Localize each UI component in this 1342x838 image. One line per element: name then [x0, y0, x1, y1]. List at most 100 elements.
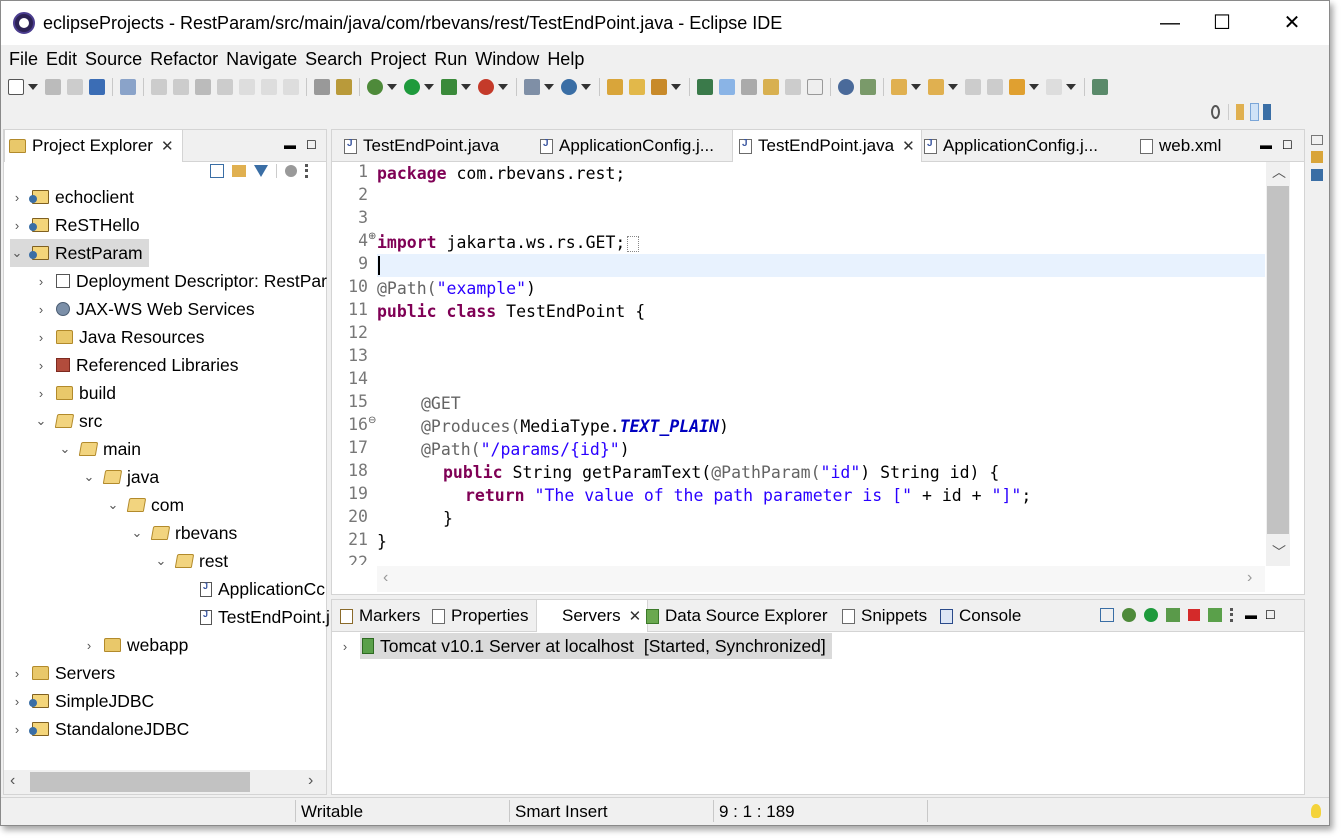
back-arrow-icon[interactable] — [1009, 79, 1025, 95]
terminate-icon[interactable] — [195, 79, 211, 95]
view-menu-icon[interactable] — [1230, 608, 1237, 622]
toggle-breadcrumb-icon[interactable] — [314, 79, 330, 95]
publish-icon[interactable] — [1208, 608, 1222, 622]
tree-item-echoclient[interactable]: › echoclient — [10, 183, 134, 211]
tree-item-java[interactable]: ⌄ java — [82, 463, 160, 491]
editor-hscrollbar[interactable]: ‹ › — [377, 566, 1265, 592]
tab-markers[interactable]: Markers — [336, 600, 424, 632]
new-server-icon[interactable] — [524, 79, 540, 95]
collapse-icon[interactable]: ⌄ — [106, 497, 120, 513]
outline-icon[interactable] — [1311, 151, 1323, 163]
tab-servers[interactable]: Servers ✕ — [536, 600, 649, 632]
editor-tab-testendpoint-active[interactable]: TestEndPoint.java ✕ — [732, 130, 922, 162]
collapse-fold-icon[interactable]: ⊖ — [368, 415, 376, 426]
tab-properties[interactable]: Properties — [428, 600, 532, 632]
code-editor[interactable]: package com.rbevans.rest; import jakarta… — [377, 162, 1265, 566]
collapse-icon[interactable]: ⌄ — [10, 245, 24, 261]
tree-item-restparam[interactable]: ⌄ RestParam — [10, 239, 149, 267]
menu-search[interactable]: Search — [305, 47, 370, 75]
scroll-thumb[interactable] — [30, 772, 250, 792]
step-over-icon[interactable] — [261, 79, 277, 95]
collapse-icon[interactable]: ⌄ — [34, 413, 48, 429]
last-edit-icon[interactable] — [965, 79, 981, 95]
collapse-icon[interactable]: ⌄ — [154, 553, 168, 569]
tree-item-rest[interactable]: ⌄ rest — [154, 547, 229, 575]
scroll-left-icon[interactable]: ‹ — [383, 569, 388, 587]
tree-item-java-resources[interactable]: › Java Resources — [34, 323, 205, 351]
tree-item-build[interactable]: › build — [34, 379, 116, 407]
minimize-view-icon[interactable]: ▬ — [284, 138, 296, 152]
open-type-icon[interactable] — [607, 79, 623, 95]
minimize-button[interactable]: — — [1155, 9, 1185, 37]
menu-source[interactable]: Source — [85, 47, 150, 75]
maximize-button[interactable]: ☐ — [1207, 9, 1237, 37]
menu-edit[interactable]: Edit — [46, 47, 85, 75]
tree-item-src[interactable]: ⌄ src — [34, 407, 103, 435]
scroll-left-icon[interactable]: ‹ — [10, 772, 15, 790]
collapse-icon[interactable]: ⌄ — [58, 441, 72, 457]
pilcrow-icon[interactable] — [807, 79, 823, 95]
pin-editor-icon[interactable] — [1092, 79, 1108, 95]
tree-item-webapp[interactable]: › webapp — [82, 631, 188, 659]
expand-icon[interactable]: › — [10, 190, 24, 205]
view-menu-icon[interactable] — [305, 164, 312, 178]
next-annotation-icon[interactable] — [891, 79, 907, 95]
expand-icon[interactable]: › — [34, 302, 48, 317]
tree-item-simplejdbc[interactable]: › SimpleJDBC — [10, 687, 154, 715]
tree-item-resthello[interactable]: › ReSTHello — [10, 211, 140, 239]
collapse-all-icon[interactable] — [1100, 608, 1114, 622]
focus-icon[interactable] — [285, 165, 297, 177]
disconnect-icon[interactable] — [217, 79, 233, 95]
close-icon[interactable]: ✕ — [161, 137, 174, 155]
editor-vscrollbar[interactable]: ︿ ﹀ — [1266, 162, 1290, 566]
chevron-down-icon[interactable] — [28, 84, 38, 90]
back-edit-icon[interactable] — [987, 79, 1003, 95]
close-icon[interactable]: ✕ — [902, 137, 915, 155]
expand-icon[interactable]: › — [10, 218, 24, 233]
maximize-view-icon[interactable]: ☐ — [1282, 138, 1293, 152]
menu-refactor[interactable]: Refactor — [150, 47, 226, 75]
tree-item-main[interactable]: ⌄ main — [58, 435, 141, 463]
start-server-icon[interactable] — [1144, 608, 1158, 622]
maximize-view-icon[interactable]: ☐ — [306, 138, 317, 152]
task-list-icon[interactable] — [1311, 169, 1323, 181]
scroll-down-icon[interactable]: ﹀ — [1272, 542, 1286, 562]
menu-project[interactable]: Project — [370, 47, 434, 75]
previous-annotation-icon[interactable] — [928, 79, 944, 95]
scroll-right-icon[interactable]: › — [1247, 569, 1252, 587]
java-ee-perspective-icon[interactable] — [1249, 103, 1260, 121]
explorer-hscrollbar[interactable]: ‹ › — [4, 770, 326, 794]
launch-icon[interactable] — [860, 79, 876, 95]
scroll-right-icon[interactable]: › — [308, 772, 313, 790]
debug-server-icon[interactable] — [1122, 608, 1136, 622]
maximize-view-icon[interactable]: ☐ — [1265, 608, 1276, 622]
collapse-all-icon[interactable] — [210, 164, 224, 178]
mark-occurrences-icon[interactable] — [719, 79, 735, 95]
step-into-icon[interactable] — [239, 79, 255, 95]
show-whitespace-icon[interactable] — [785, 79, 801, 95]
expand-icon[interactable]: › — [10, 666, 24, 681]
suspend-icon[interactable] — [173, 79, 189, 95]
expand-icon[interactable]: › — [10, 722, 24, 737]
debug-icon[interactable] — [367, 79, 383, 95]
open-perspective-icon[interactable] — [1236, 104, 1244, 120]
scroll-up-icon[interactable]: ︿ — [1272, 162, 1286, 182]
word-wrap-icon[interactable] — [763, 79, 779, 95]
expand-icon[interactable]: › — [34, 274, 48, 289]
stop-server-icon[interactable] — [1188, 609, 1200, 621]
editor-tab-applicationconfig-1[interactable]: ApplicationConfig.j... — [534, 130, 720, 162]
tree-item-applicationconfig[interactable]: ApplicationCc — [178, 575, 325, 603]
lightbulb-icon[interactable] — [1311, 804, 1321, 818]
save-icon[interactable] — [45, 79, 61, 95]
editor-tab-testendpoint-1[interactable]: TestEndPoint.java — [338, 130, 505, 162]
expand-icon[interactable]: › — [82, 638, 96, 653]
tab-snippets[interactable]: Snippets — [838, 600, 931, 632]
tree-item-testendpoint[interactable]: TestEndPoint.j — [178, 603, 330, 631]
expand-icon[interactable]: › — [34, 358, 48, 373]
link-with-editor-icon[interactable] — [232, 165, 246, 177]
expand-icon[interactable]: › — [338, 639, 352, 654]
tree-item-standalonejdbc[interactable]: › StandaloneJDBC — [10, 715, 189, 743]
menu-navigate[interactable]: Navigate — [226, 47, 305, 75]
run-icon[interactable] — [404, 79, 420, 95]
new-class-icon[interactable] — [561, 79, 577, 95]
